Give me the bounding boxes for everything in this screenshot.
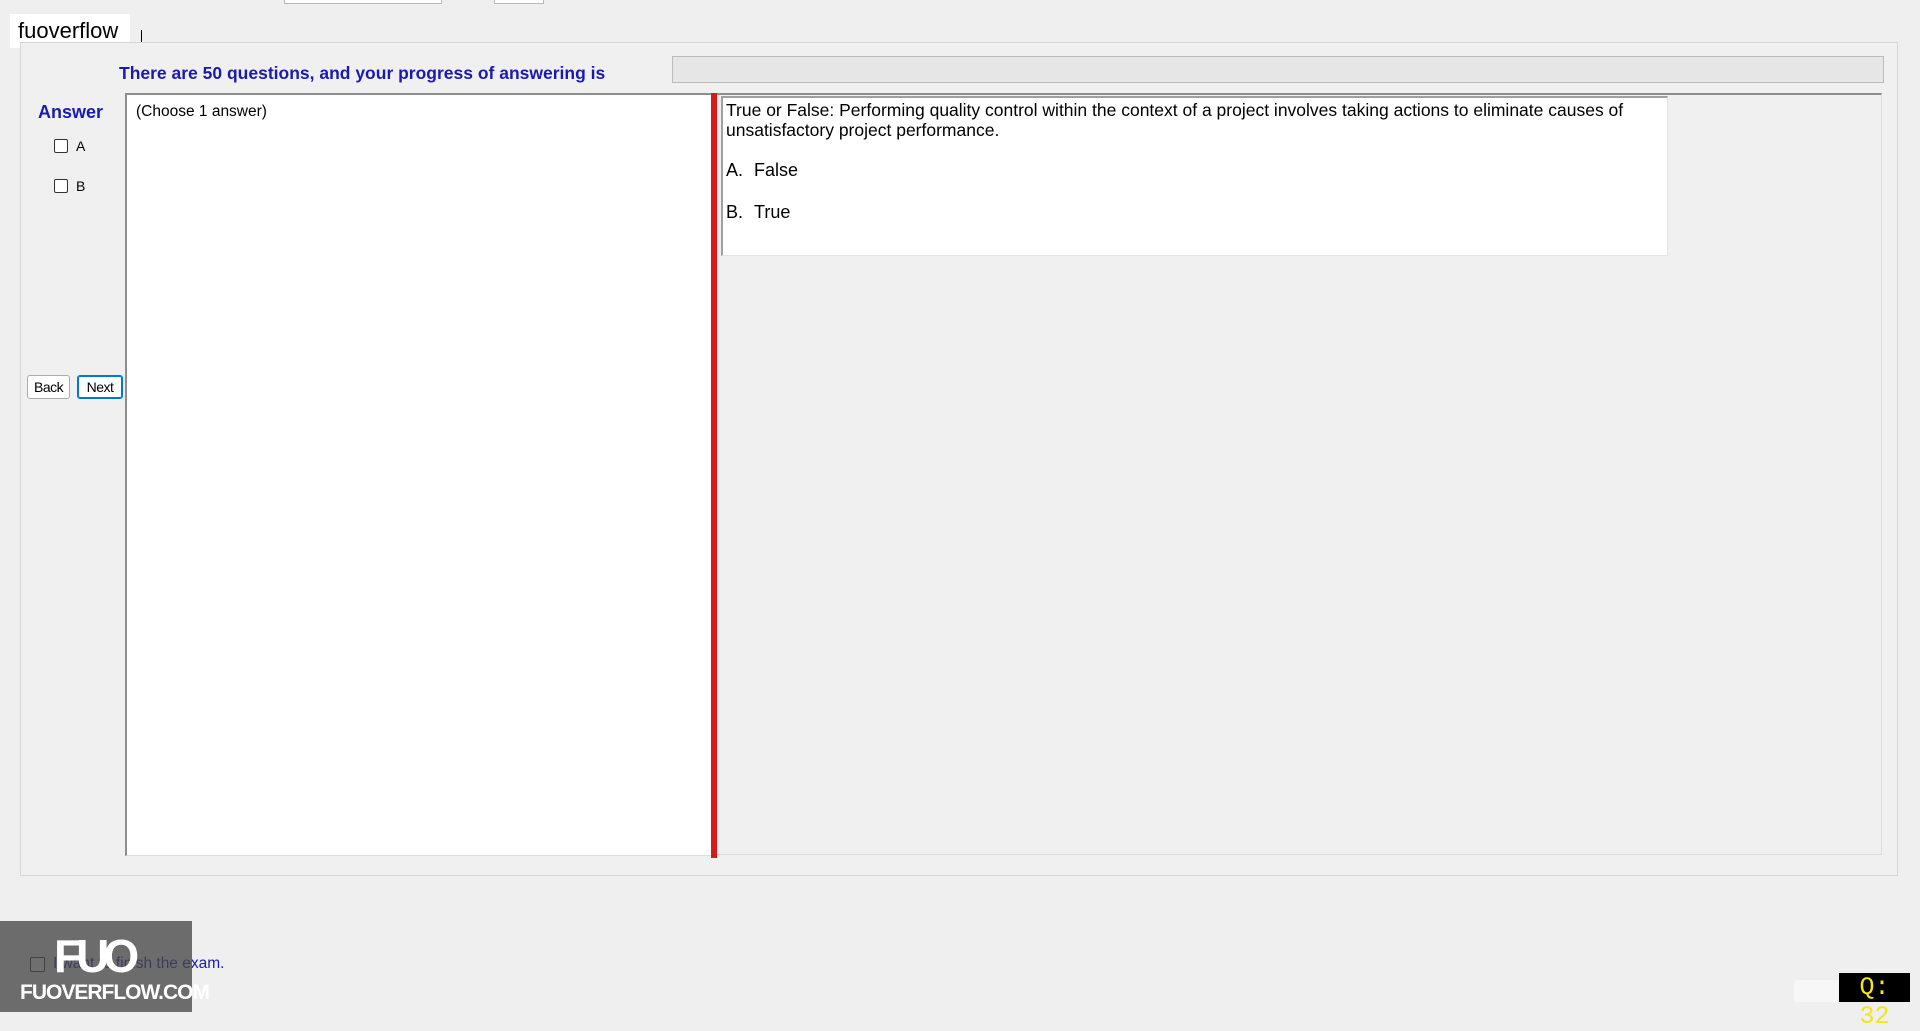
choose-hint: (Choose 1 answer): [136, 103, 267, 120]
question-counter: Q: 32: [1839, 973, 1910, 1031]
answer-option-a[interactable]: A: [54, 138, 85, 154]
top-input-stub: [284, 0, 442, 4]
question-option-a-letter: A.: [726, 160, 744, 180]
answer-title: Answer: [38, 102, 104, 122]
back-button[interactable]: Back: [27, 375, 70, 399]
site-logo: FUO FUOVERFLOW.COM: [0, 921, 210, 1012]
checkbox-b[interactable]: [54, 179, 68, 193]
question-option-a-text: False: [754, 160, 799, 180]
question-option-b-text: True: [754, 202, 791, 222]
question-option-b: B. True: [726, 202, 790, 223]
logo-mark: FUO: [54, 930, 139, 982]
question-option-a: A. False: [726, 160, 798, 181]
checkbox-a[interactable]: [54, 139, 68, 153]
answer-text-pane[interactable]: (Choose 1 answer): [125, 93, 712, 856]
answer-option-b-label: B: [76, 178, 86, 194]
answer-option-b[interactable]: B: [54, 178, 85, 194]
question-option-b-letter: B.: [726, 202, 744, 222]
progress-text: There are 50 questions, and your progres…: [119, 63, 606, 83]
top-input-stub-small: [494, 0, 544, 4]
question-text: True or False: Performing quality contro…: [726, 100, 1624, 140]
logo-text: FUOVERFLOW.COM: [20, 981, 210, 1004]
question-box: True or False: Performing quality contro…: [721, 96, 1668, 256]
next-button[interactable]: Next: [77, 375, 123, 399]
bottom-stub: [1794, 980, 1840, 1002]
answer-option-a-label: A: [76, 138, 86, 154]
progress-bar: [672, 56, 1884, 83]
